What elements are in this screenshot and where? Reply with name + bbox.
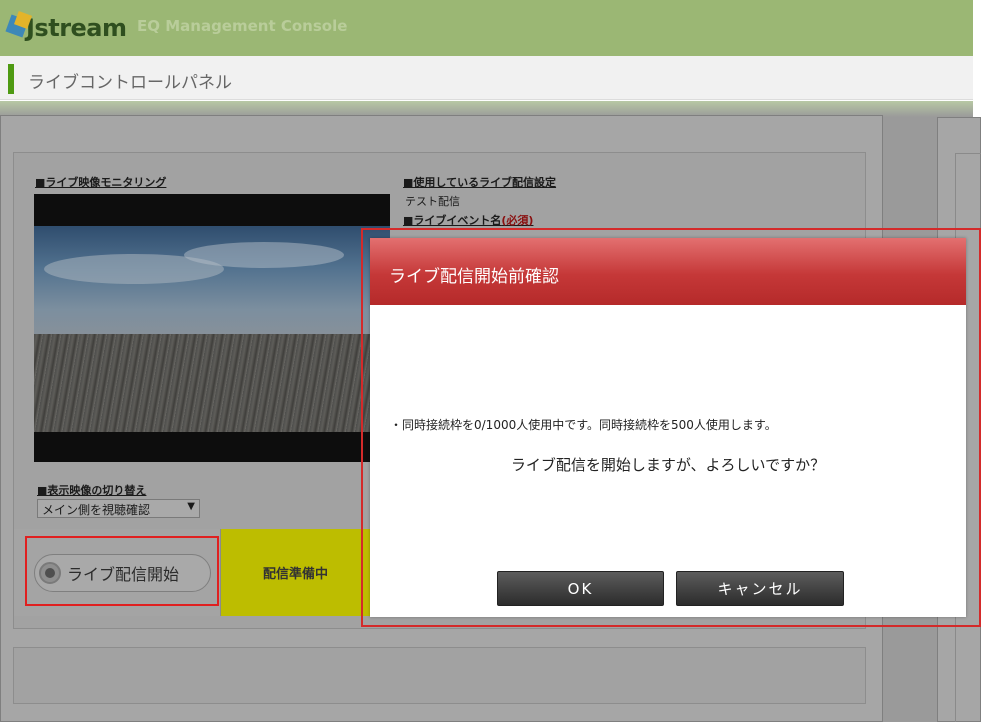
monitor-label: ■ライブ映像モニタリング <box>35 176 167 189</box>
ok-button[interactable]: OK <box>497 571 664 606</box>
dialog-title: ライブ配信開始前確認 <box>389 267 559 287</box>
start-button-highlight <box>25 536 219 606</box>
live-video-preview <box>34 194 390 462</box>
confirm-dialog: ライブ配信開始前確認 ・同時接続枠を0/1000人使用中です。同時接続枠を500… <box>370 238 966 617</box>
jstream-logo[interactable]: Jstream <box>5 10 127 46</box>
bottom-section <box>13 647 866 704</box>
event-name-label: ■ライブイベント名(必須) <box>403 214 534 227</box>
status-text: 配信準備中 <box>262 567 328 582</box>
dialog-capacity-text: ・同時接続枠を0/1000人使用中です。同時接続枠を500人使用します。 <box>390 418 777 432</box>
using-setting-label: ■使用しているライブ配信設定 <box>403 176 557 189</box>
view-switch-select[interactable]: メイン側を視聴確認 ▼ <box>37 499 200 518</box>
page-title: ライブコントロールパネル <box>28 73 232 93</box>
top-header-bar: Jstream EQ Management Console <box>0 0 973 56</box>
status-indicator: 配信準備中 <box>221 529 370 616</box>
page-title-bar: ライブコントロールパネル <box>0 56 973 100</box>
dialog-header: ライブ配信開始前確認 <box>370 238 966 305</box>
required-mark: (必須) <box>501 214 534 227</box>
dialog-confirm-text: ライブ配信を開始しますが、よろしいですか？ <box>510 456 826 474</box>
console-title: EQ Management Console <box>137 17 348 35</box>
switch-view-label: ■表示映像の切り替え <box>37 484 147 497</box>
view-switch-value: メイン側を視聴確認 <box>42 503 151 517</box>
title-accent-bar <box>8 64 14 94</box>
logo-text: Jstream <box>26 14 127 42</box>
jstream-logo-icon <box>5 11 34 43</box>
cancel-button[interactable]: キャンセル <box>676 571 844 606</box>
dropdown-arrow-icon: ▼ <box>187 501 195 512</box>
using-setting-value: テスト配信 <box>405 195 460 208</box>
